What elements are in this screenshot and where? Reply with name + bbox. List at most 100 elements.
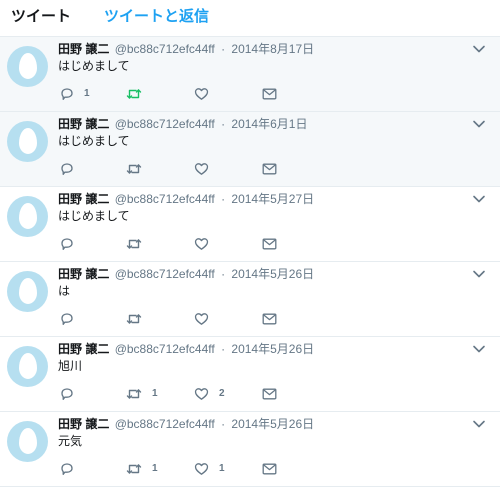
retweet-icon [126, 164, 142, 174]
tweet-header: 田野 譲二 @bc88c712efc44ff · 2014年5月26日 [58, 417, 314, 432]
chevron-down-icon[interactable] [472, 118, 486, 130]
egg-avatar-icon[interactable] [7, 46, 48, 87]
chevron-down-icon[interactable] [472, 268, 486, 280]
retweet-icon [126, 464, 142, 474]
envelope-icon [262, 88, 277, 100]
heart-icon [194, 388, 209, 400]
tweet-item[interactable]: 田野 譲二 @bc88c712efc44ff · 2014年5月26日 旭川 1… [0, 337, 500, 412]
retweet-button[interactable]: 1 [126, 461, 158, 477]
envelope-icon [262, 463, 277, 475]
user-name[interactable]: 田野 譲二 [58, 42, 109, 56]
separator-dot: · [221, 342, 226, 356]
like-button[interactable] [194, 236, 219, 252]
reply-icon [61, 313, 73, 325]
egg-avatar-icon[interactable] [7, 121, 48, 162]
envelope-icon [262, 163, 277, 175]
tweet-date[interactable]: 2014年5月26日 [231, 342, 314, 356]
retweet-button[interactable] [126, 236, 152, 252]
user-handle[interactable]: @bc88c712efc44ff [115, 342, 215, 356]
egg-avatar-icon[interactable] [7, 271, 48, 312]
separator-dot: · [221, 267, 226, 281]
tweet-actions [58, 236, 288, 252]
envelope-icon [262, 388, 277, 400]
user-handle[interactable]: @bc88c712efc44ff [115, 192, 215, 206]
tweet-header: 田野 譲二 @bc88c712efc44ff · 2014年5月27日 [58, 192, 314, 207]
tweet-date[interactable]: 2014年5月26日 [231, 267, 314, 281]
reply-button[interactable]: 1 [60, 86, 90, 102]
user-name[interactable]: 田野 譲二 [58, 342, 109, 356]
tab-tweets-and-replies[interactable]: ツイートと返信 [104, 8, 209, 36]
chevron-down-icon[interactable] [472, 418, 486, 430]
like-button[interactable] [194, 86, 219, 102]
envelope-icon [262, 313, 277, 325]
retweet-icon [126, 89, 142, 99]
reply-icon [61, 238, 73, 250]
direct-message-button[interactable] [262, 386, 277, 402]
user-name[interactable]: 田野 譲二 [58, 192, 109, 206]
tweet-date[interactable]: 2014年6月1日 [231, 117, 307, 131]
like-count: 2 [219, 388, 225, 399]
user-name[interactable]: 田野 譲二 [58, 267, 109, 281]
heart-icon [194, 313, 209, 325]
user-handle[interactable]: @bc88c712efc44ff [115, 42, 215, 56]
reply-button[interactable] [60, 161, 84, 177]
tweet-header: 田野 譲二 @bc88c712efc44ff · 2014年8月17日 [58, 42, 314, 57]
direct-message-button[interactable] [262, 461, 277, 477]
tweet-header: 田野 譲二 @bc88c712efc44ff · 2014年5月26日 [58, 342, 314, 357]
tweet-item[interactable]: 田野 譲二 @bc88c712efc44ff · 2014年5月27日 はじめま… [0, 187, 500, 262]
chevron-down-icon[interactable] [472, 343, 486, 355]
user-handle[interactable]: @bc88c712efc44ff [115, 417, 215, 431]
direct-message-button[interactable] [262, 86, 277, 102]
tweet-item[interactable]: 田野 譲二 @bc88c712efc44ff · 2014年5月26日 元気 1… [0, 412, 500, 487]
like-button[interactable]: 1 [194, 461, 225, 477]
heart-icon [194, 463, 209, 475]
reply-button[interactable] [60, 386, 84, 402]
tweet-actions: 1 2 [58, 386, 288, 402]
user-name[interactable]: 田野 譲二 [58, 417, 109, 431]
chevron-down-icon[interactable] [472, 43, 486, 55]
direct-message-button[interactable] [262, 311, 277, 327]
reply-button[interactable] [60, 461, 84, 477]
tab-tweets[interactable]: ツイート [11, 8, 71, 36]
retweet-button[interactable] [126, 161, 152, 177]
tweet-date[interactable]: 2014年5月27日 [231, 192, 314, 206]
reply-button[interactable] [60, 311, 84, 327]
tweet-item[interactable]: 田野 譲二 @bc88c712efc44ff · 2014年8月17日 はじめま… [0, 37, 500, 112]
retweet-icon [126, 314, 142, 324]
tweet-text: は [58, 284, 71, 298]
envelope-icon [262, 238, 277, 250]
like-button[interactable] [194, 311, 219, 327]
tweet-header: 田野 譲二 @bc88c712efc44ff · 2014年5月26日 [58, 267, 314, 282]
retweet-button[interactable] [126, 86, 152, 102]
heart-icon [194, 88, 209, 100]
direct-message-button[interactable] [262, 236, 277, 252]
reply-button[interactable] [60, 236, 84, 252]
tweet-list: 田野 譲二 @bc88c712efc44ff · 2014年8月17日 はじめま… [0, 37, 500, 487]
tweet-item[interactable]: 田野 譲二 @bc88c712efc44ff · 2014年5月26日 は [0, 262, 500, 337]
direct-message-button[interactable] [262, 161, 277, 177]
tweet-text: はじめまして [58, 209, 130, 223]
user-name[interactable]: 田野 譲二 [58, 117, 109, 131]
retweet-button[interactable] [126, 311, 152, 327]
profile-tabs: ツイート ツイートと返信 [0, 0, 500, 37]
tweet-header: 田野 譲二 @bc88c712efc44ff · 2014年6月1日 [58, 117, 307, 132]
tweet-date[interactable]: 2014年5月26日 [231, 417, 314, 431]
egg-avatar-icon[interactable] [7, 346, 48, 387]
user-handle[interactable]: @bc88c712efc44ff [115, 267, 215, 281]
heart-icon [194, 238, 209, 250]
egg-avatar-icon[interactable] [7, 196, 48, 237]
tweet-date[interactable]: 2014年8月17日 [231, 42, 314, 56]
tweet-text: 元気 [58, 434, 83, 448]
chevron-down-icon[interactable] [472, 193, 486, 205]
egg-avatar-icon[interactable] [7, 421, 48, 462]
tweet-actions: 1 1 [58, 461, 288, 477]
like-count: 1 [219, 463, 225, 474]
retweet-button[interactable]: 1 [126, 386, 158, 402]
like-button[interactable]: 2 [194, 386, 225, 402]
like-button[interactable] [194, 161, 219, 177]
user-handle[interactable]: @bc88c712efc44ff [115, 117, 215, 131]
reply-icon [61, 163, 73, 175]
tweet-item[interactable]: 田野 譲二 @bc88c712efc44ff · 2014年6月1日 はじめまし… [0, 112, 500, 187]
tweet-actions: 1 [58, 86, 288, 102]
tweet-actions [58, 311, 288, 327]
